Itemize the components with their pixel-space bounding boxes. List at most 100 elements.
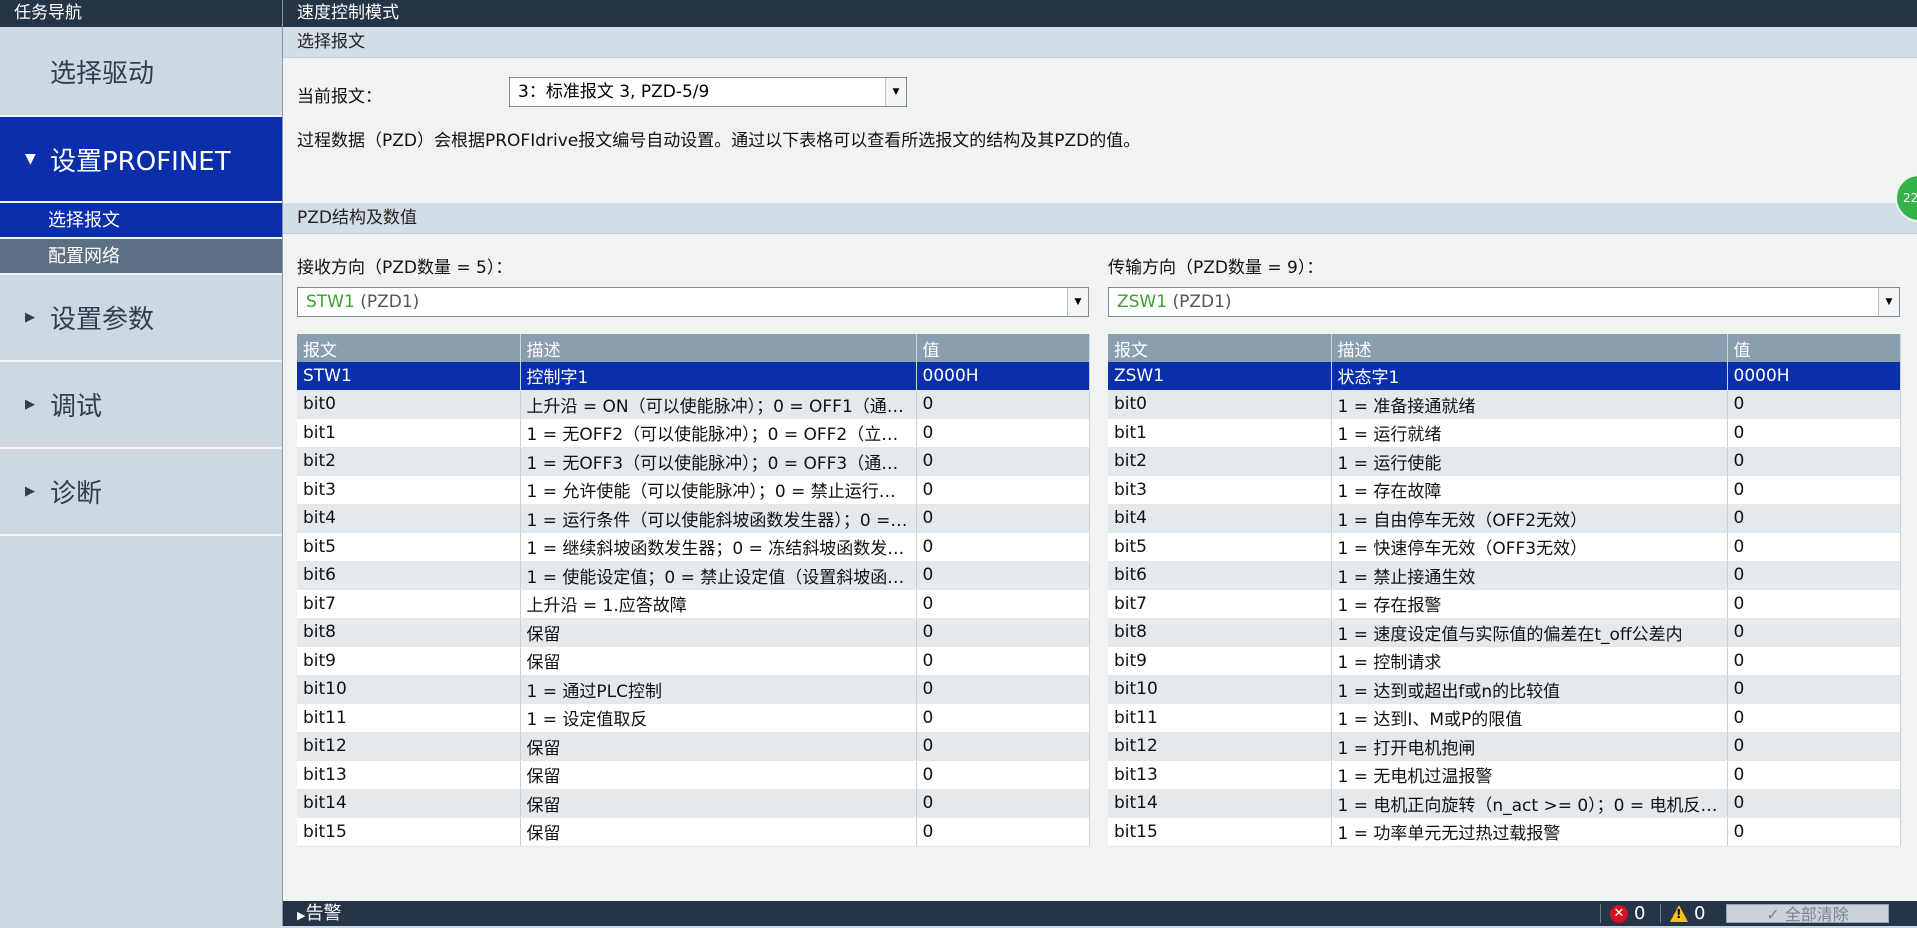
table-row[interactable]: STW1 控制字1 0000H	[297, 362, 1090, 391]
signal-cell: bit5	[1108, 532, 1332, 562]
nav-set-parameters[interactable]: ▶ 设置参数	[0, 275, 282, 362]
dropdown-arrow-icon[interactable]: ▼	[885, 78, 906, 106]
table-row[interactable]: bit0 1 = 准备接通就绪 0	[1108, 390, 1901, 419]
description-cell: 保留	[520, 646, 917, 676]
table-row[interactable]: bit0 上升沿 = ON（可以使能脉冲）；0 = OFF1（通… 0	[297, 390, 1090, 419]
table-row[interactable]: bit3 1 = 允许使能（可以使能脉冲）；0 = 禁止运行… 0	[297, 475, 1090, 505]
signal-cell: bit1	[297, 418, 521, 448]
table-row[interactable]: bit8 1 = 速度设定值与实际值的偏差在t_off公差内 0	[1108, 618, 1901, 647]
telegram-select[interactable]: 3：标准报文 3, PZD-5/9 ▼	[509, 77, 907, 107]
nav-diagnostics[interactable]: ▶ 诊断	[0, 449, 282, 536]
table-row[interactable]: bit7 1 = 存在报警 0	[1108, 589, 1901, 619]
table-row[interactable]: bit10 1 = 通过PLC控制 0	[297, 675, 1090, 704]
table-row[interactable]: bit14 1 = 电机正向旋转（n_act >= 0）；0 = 电机反… 0	[1108, 789, 1901, 818]
warning-icon: !	[1670, 905, 1688, 922]
description-cell: 1 = 禁止接通生效	[1331, 561, 1728, 590]
table-row[interactable]: bit11 1 = 设定值取反 0	[297, 703, 1090, 733]
signal-cell: bit6	[1108, 561, 1332, 590]
caret-right-icon: ▶	[25, 397, 35, 412]
col-header-telegram[interactable]: 报文	[1108, 334, 1332, 362]
description-cell: 1 = 无OFF2（可以使能脉冲）；0 = OFF2（立…	[520, 418, 917, 448]
description-cell: 1 = 准备接通就绪	[1331, 390, 1728, 419]
nav-sub-select-telegram[interactable]: 选择报文	[0, 203, 282, 239]
table-row[interactable]: bit4 1 = 运行条件（可以使能斜坡函数发生器）；0 =… 0	[297, 504, 1090, 533]
nav-select-drive[interactable]: 选择驱动	[0, 27, 282, 117]
table-row[interactable]: bit9 保留 0	[297, 646, 1090, 676]
col-header-description[interactable]: 描述	[520, 334, 917, 362]
table-row[interactable]: bit15 保留 0	[297, 817, 1090, 847]
value-cell: 0	[916, 817, 1090, 847]
table-row[interactable]: bit1 1 = 运行就绪 0	[1108, 418, 1901, 448]
description-cell: 1 = 继续斜坡函数发生器；0 = 冻结斜坡函数发…	[520, 532, 917, 562]
caret-right-icon: ▶	[25, 484, 35, 499]
signal-cell: bit1	[1108, 418, 1332, 448]
receive-direction-label: 接收方向（PZD数量 = 5）：	[297, 258, 513, 278]
table-row[interactable]: bit5 1 = 快速停车无效（OFF3无效） 0	[1108, 532, 1901, 562]
description-cell: 控制字1	[520, 362, 917, 391]
value-cell: 0	[1727, 418, 1901, 448]
value-cell: 0	[1727, 703, 1901, 733]
col-header-value[interactable]: 值	[916, 334, 1090, 362]
dropdown-arrow-icon[interactable]: ▼	[1067, 288, 1088, 316]
nav-commissioning-label: 调试	[50, 392, 103, 422]
description-cell: 上升沿 = 1.应答故障	[520, 589, 917, 619]
transmit-select-name: ZSW1	[1117, 292, 1168, 312]
value-cell: 0000H	[1727, 362, 1901, 391]
signal-cell: bit9	[297, 646, 521, 676]
dropdown-arrow-icon[interactable]: ▼	[1878, 288, 1899, 316]
table-row[interactable]: bit10 1 = 达到或超出f或n的比较值 0	[1108, 675, 1901, 704]
nav-setup-profinet[interactable]: ▼ 设置PROFINET	[0, 117, 282, 203]
signal-cell: bit10	[1108, 675, 1332, 704]
value-cell: 0	[916, 618, 1090, 647]
value-cell: 0	[916, 789, 1090, 818]
divider	[1600, 904, 1601, 923]
table-row[interactable]: bit12 保留 0	[297, 732, 1090, 761]
signal-cell: bit2	[1108, 447, 1332, 476]
col-header-description[interactable]: 描述	[1331, 334, 1728, 362]
alarm-toggle[interactable]: ▶告警	[297, 901, 341, 928]
col-header-value[interactable]: 值	[1727, 334, 1901, 362]
signal-cell: bit14	[297, 789, 521, 818]
value-cell: 0	[1727, 504, 1901, 533]
receive-table: 报文 描述 值 STW1 控制字1 0000H bit0 上升沿 = ON（可以使能脉冲…	[297, 334, 1090, 847]
nav-diagnostics-label: 诊断	[50, 479, 103, 509]
table-row[interactable]: bit8 保留 0	[297, 618, 1090, 647]
table-row[interactable]: bit7 上升沿 = 1.应答故障 0	[297, 589, 1090, 619]
clear-all-button[interactable]: ✓ 全部清除	[1726, 904, 1889, 924]
table-row[interactable]: bit1 1 = 无OFF2（可以使能脉冲）；0 = OFF2（立… 0	[297, 418, 1090, 448]
description-cell: 保留	[520, 618, 917, 647]
table-row[interactable]: ZSW1 状态字1 0000H	[1108, 362, 1901, 391]
signal-cell: bit4	[1108, 504, 1332, 533]
value-cell: 0	[1727, 760, 1901, 790]
transmit-pzd-select[interactable]: ZSW1 (PZD1) ▼	[1108, 287, 1900, 317]
signal-cell: bit0	[297, 390, 521, 419]
table-row[interactable]: bit3 1 = 存在故障 0	[1108, 475, 1901, 505]
table-row[interactable]: bit13 保留 0	[297, 760, 1090, 790]
nav-sub-configure-network[interactable]: 配置网络	[0, 239, 282, 275]
transmit-select-pzd: (PZD1)	[1172, 292, 1232, 312]
table-row[interactable]: bit5 1 = 继续斜坡函数发生器；0 = 冻结斜坡函数发… 0	[297, 532, 1090, 562]
warning-counter[interactable]: ! 0	[1670, 901, 1705, 926]
nav-select-drive-label: 选择驱动	[50, 58, 155, 89]
nav-commissioning[interactable]: ▶ 调试	[0, 362, 282, 449]
error-counter[interactable]: ✕ 0	[1610, 901, 1645, 926]
table-row[interactable]: bit6 1 = 使能设定值；0 = 禁止设定值（设置斜坡函… 0	[297, 561, 1090, 590]
table-row[interactable]: bit14 保留 0	[297, 789, 1090, 818]
page-title: 速度控制模式	[283, 0, 1917, 27]
description-cell: 1 = 设定值取反	[520, 703, 917, 733]
nav-setup-profinet-label: 设置PROFINET	[50, 146, 231, 177]
table-row[interactable]: bit4 1 = 自由停车无效（OFF2无效） 0	[1108, 504, 1901, 533]
table-row[interactable]: bit15 1 = 功率单元无过热过载报警 0	[1108, 817, 1901, 847]
table-row[interactable]: bit6 1 = 禁止接通生效 0	[1108, 561, 1901, 590]
receive-table-header: 报文 描述 值	[297, 334, 1090, 362]
table-row[interactable]: bit13 1 = 无电机过温报警 0	[1108, 760, 1901, 790]
table-row[interactable]: bit9 1 = 控制请求 0	[1108, 646, 1901, 676]
col-header-telegram[interactable]: 报文	[297, 334, 521, 362]
table-row[interactable]: bit12 1 = 打开电机抱闸 0	[1108, 732, 1901, 761]
table-row[interactable]: bit2 1 = 运行使能 0	[1108, 447, 1901, 476]
signal-cell: bit4	[297, 504, 521, 533]
table-row[interactable]: bit11 1 = 达到I、M或P的限值 0	[1108, 703, 1901, 733]
table-row[interactable]: bit2 1 = 无OFF3（可以使能脉冲）；0 = OFF3（通… 0	[297, 447, 1090, 476]
signal-cell: bit8	[297, 618, 521, 647]
receive-pzd-select[interactable]: STW1 (PZD1) ▼	[297, 287, 1089, 317]
